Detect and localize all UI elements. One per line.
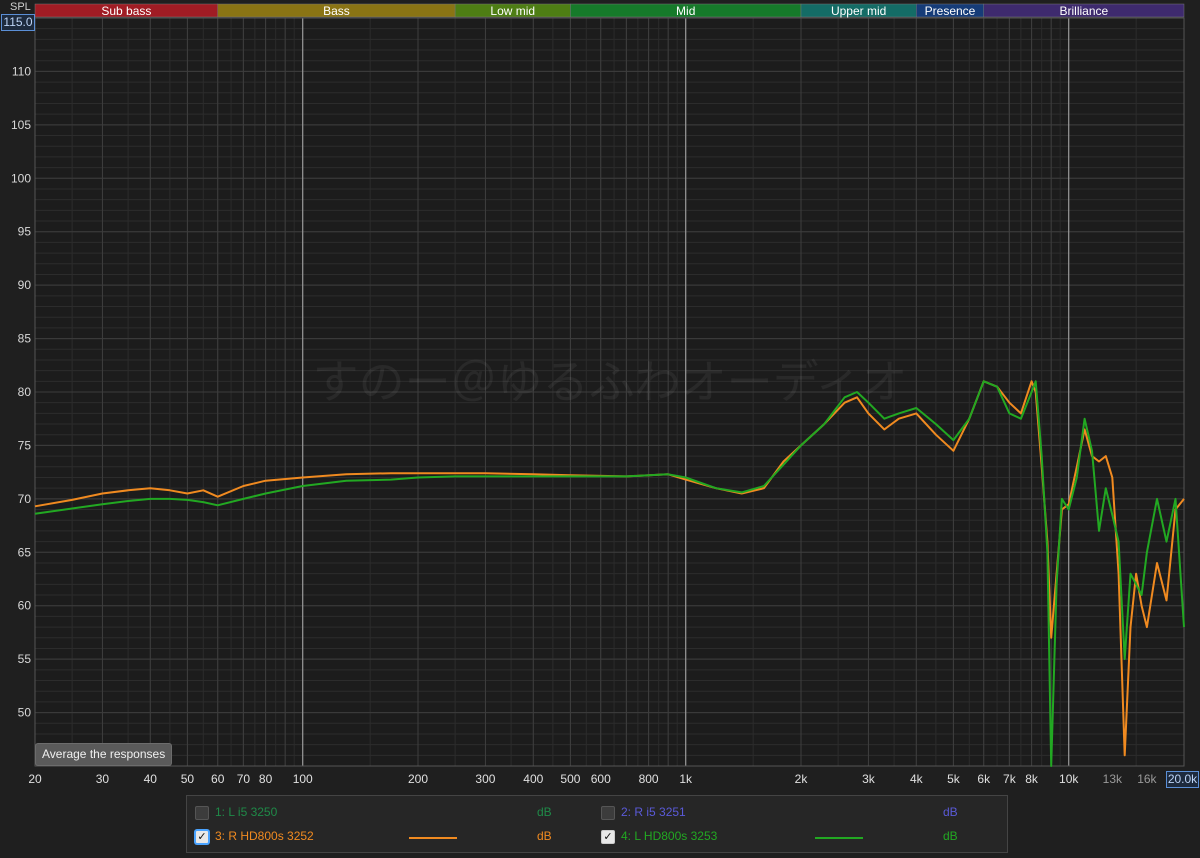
x-tick-label: 3k [862,772,876,786]
band-label: Sub bass [101,4,151,18]
x-tick-label: 30 [96,772,110,786]
legend-label: 3: R HD800s 3252 [215,829,314,843]
band-label: Bass [323,4,350,18]
x-tick-label: 60 [211,772,225,786]
x-tick-label: 2k [795,772,809,786]
x-tick-label: 400 [523,772,543,786]
y-tick-label: 105 [11,118,31,132]
x-tick-label: 100 [293,772,313,786]
checkbox-icon[interactable] [195,806,209,820]
x-tick-label: 500 [560,772,580,786]
watermark: すのー＠ゆるふわオーディオ [313,355,908,409]
legend-label: 2: R i5 3251 [621,805,686,819]
legend-unit: dB [943,805,958,819]
x-tick-label: 7k [1003,772,1017,786]
legend-swatch [409,837,457,839]
legend-unit: dB [537,805,552,819]
legend-entry-2[interactable]: 2: R i5 3251 dB [601,804,1001,824]
legend-unit: dB [537,829,552,843]
checkbox-icon[interactable] [601,806,615,820]
y-tick-label: 60 [18,599,32,613]
y-tick-label: 100 [11,171,31,185]
band-label: Upper mid [831,4,886,18]
y-tick-label: 110 [12,64,31,78]
legend-label: 4: L HD800s 3253 [621,829,718,843]
band-label: Brilliance [1060,4,1109,18]
x-tick-label: 1k [679,772,693,786]
average-responses-button[interactable]: Average the responses [35,743,173,766]
checkbox-checked-icon[interactable]: ✓ [195,830,209,844]
x-tick-label: 200 [408,772,428,786]
x-tick-label: 10k [1059,772,1079,786]
y-tick-label: 65 [18,545,32,559]
x-tick-label: 20 [28,772,42,786]
x-tick-label: 5k [947,772,961,786]
x-axis-right-value[interactable]: 20.0k [1166,771,1199,788]
y-axis-top-value[interactable]: 115.0 [1,14,35,31]
checkbox-checked-icon[interactable]: ✓ [601,830,615,844]
x-tick-label: 16k [1137,772,1157,786]
x-tick-label: 13k [1103,772,1123,786]
y-tick-label: 80 [18,385,32,399]
band-label: Low mid [490,4,535,18]
band-label: Mid [676,4,695,18]
y-tick-label: 50 [18,706,32,720]
x-tick-label: 70 [237,772,251,786]
y-tick-label: 75 [18,438,32,452]
legend-label: 1: L i5 3250 [215,805,278,819]
legend-swatch [815,837,863,839]
frequency-response-chart[interactable]: Sub bass Bass Low mid Mid Upper mid Presence B… [0,0,1200,790]
x-tick-label: 40 [144,772,158,786]
y-axis-ticks: 50 55 60 65 70 75 80 85 90 95 100 105 110 [11,64,31,719]
x-tick-label: 6k [977,772,991,786]
x-tick-label: 8k [1025,772,1039,786]
x-tick-label: 600 [591,772,611,786]
legend-entry-3[interactable]: ✓ 3: R HD800s 3252 dB [195,828,595,848]
y-tick-label: 95 [18,225,32,239]
y-tick-label: 85 [18,332,32,346]
x-tick-label: 300 [475,772,495,786]
x-tick-label: 80 [259,772,273,786]
y-tick-label: 55 [18,652,32,666]
legend-unit: dB [943,829,958,843]
legend-entry-4[interactable]: ✓ 4: L HD800s 3253 dB [601,828,1001,848]
x-tick-label: 50 [181,772,195,786]
y-axis-label: SPL [10,1,31,13]
x-tick-label: 4k [910,772,924,786]
y-tick-label: 90 [18,278,32,292]
legend-entry-1[interactable]: 1: L i5 3250 dB [195,804,595,824]
band-label: Presence [925,4,976,18]
frequency-band-bar: Sub bass Bass Low mid Mid Upper mid Presence B… [34,3,1185,18]
x-axis-ticks: 20 30 40 50 60 70 80 100 200 300 400 500 600 800 1k 2k 3… [28,772,1157,786]
x-tick-label: 800 [639,772,659,786]
legend-panel: 1: L i5 3250 dB 2: R i5 3251 dB ✓ 3: R H… [186,795,1008,853]
y-tick-label: 70 [18,492,32,506]
